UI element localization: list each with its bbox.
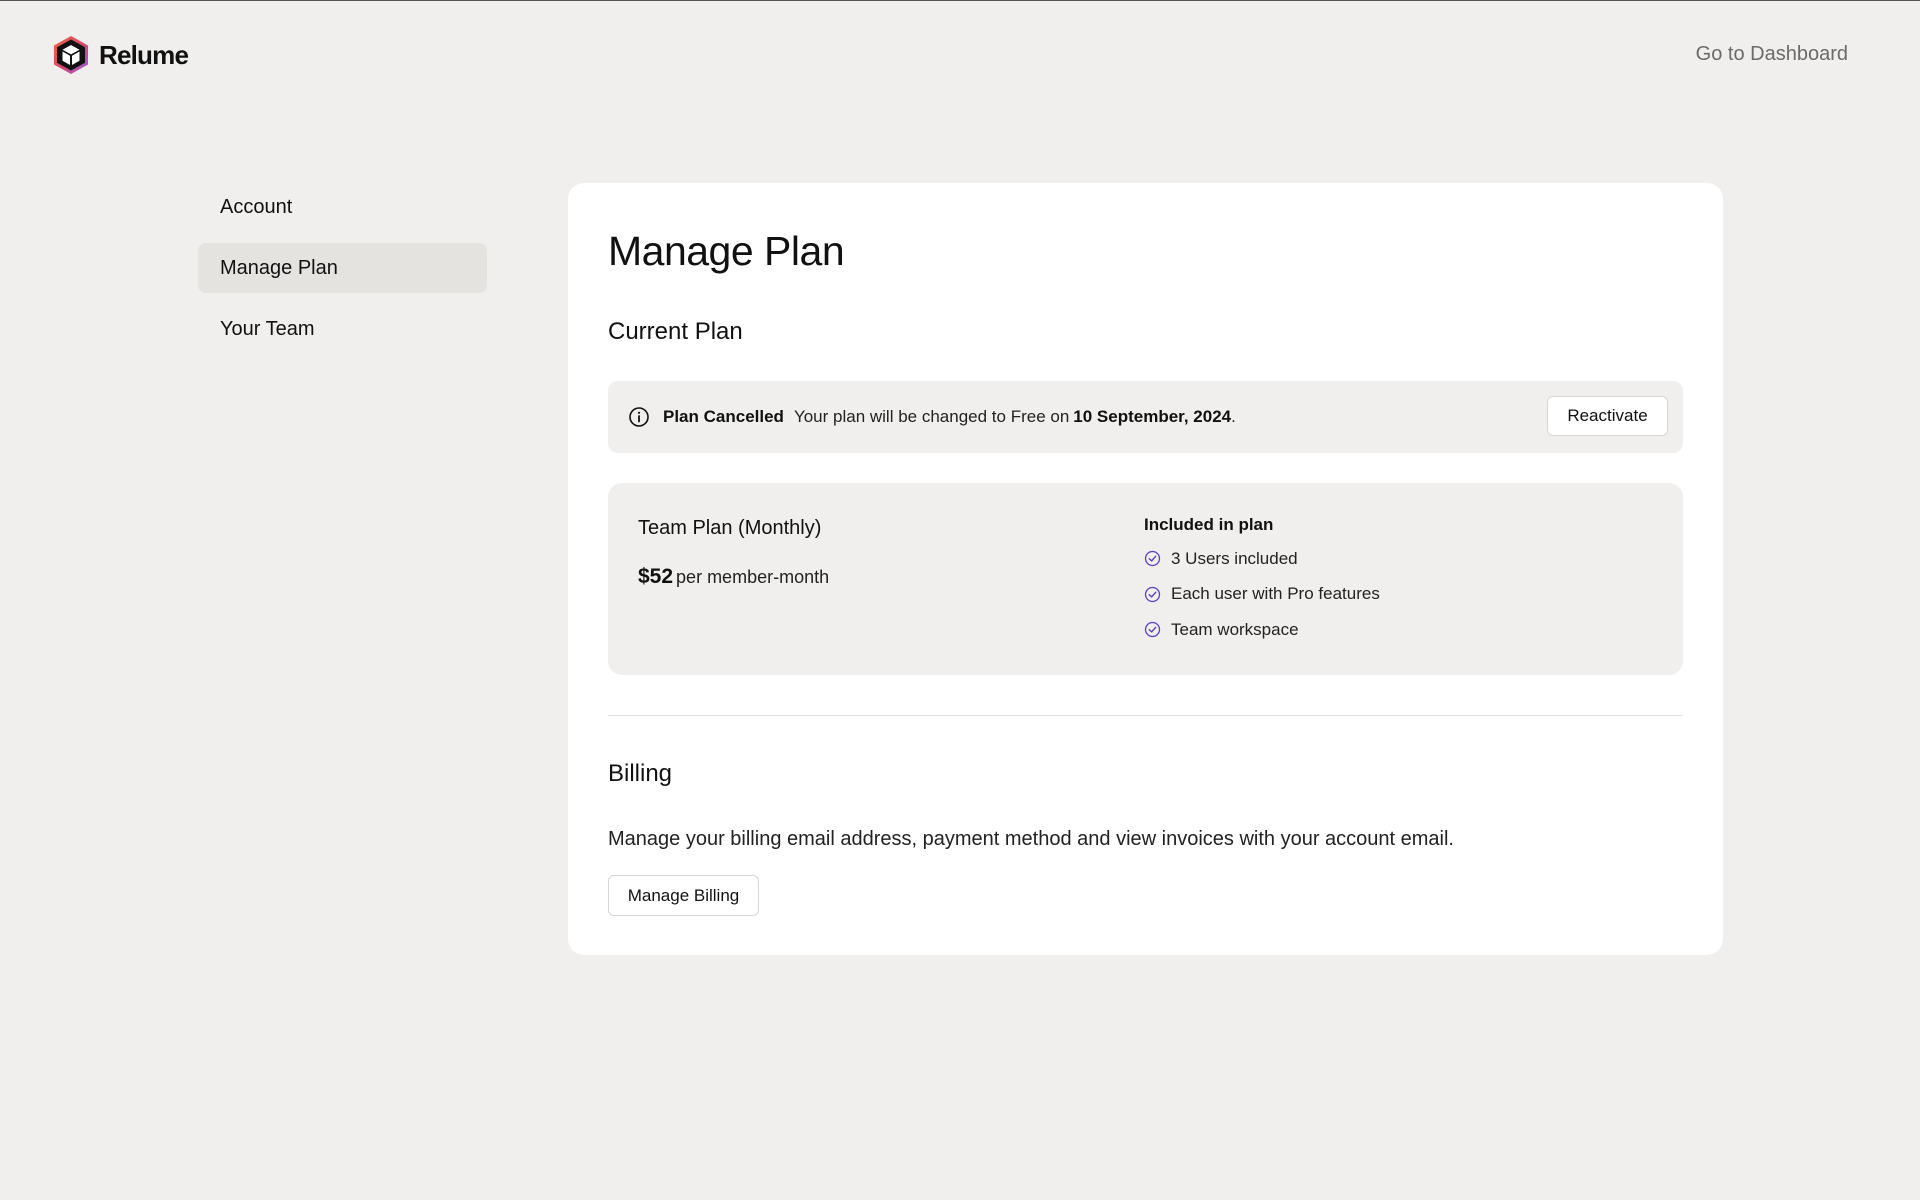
section-divider (608, 715, 1683, 716)
feature-label: Team workspace (1171, 619, 1299, 639)
included-features: Included in plan 3 Users included Each u… (1144, 515, 1380, 653)
current-plan-heading: Current Plan (608, 318, 743, 345)
brand-name: Relume (99, 39, 189, 70)
top-header: Relume Go to Dashboard (0, 0, 1920, 110)
plan-price-unit: per member-month (676, 567, 830, 587)
included-title: Included in plan (1144, 515, 1274, 534)
feature-item: 3 Users included (1144, 546, 1380, 571)
feature-item: Each user with Pro features (1144, 582, 1380, 607)
page-title: Manage Plan (608, 228, 845, 274)
feature-label: 3 Users included (1171, 548, 1298, 568)
relume-logo-link[interactable]: Relume (51, 34, 189, 76)
manage-plan-card: Manage Plan Current Plan Plan Cancelled … (568, 183, 1723, 955)
billing-description: Manage your billing email address, payme… (608, 828, 1454, 850)
feature-label: Each user with Pro features (1171, 584, 1380, 603)
check-circle-icon (1144, 586, 1161, 602)
plan-cancelled-notice: Plan Cancelled Your plan will be changed… (608, 381, 1683, 453)
notice-punctuation: . (1231, 407, 1236, 426)
notice-date: 10 September, 2024 (1073, 407, 1232, 426)
check-circle-icon (1144, 621, 1161, 638)
notice-message: Your plan will be changed to Free on (793, 407, 1070, 426)
plan-details-box: Team Plan (Monthly) $52 per member-month … (608, 483, 1683, 675)
check-circle-icon (1144, 550, 1161, 567)
relume-logo-icon (54, 36, 88, 74)
sidebar-item-your-team[interactable]: Your Team (198, 304, 487, 354)
plan-price-amount: $52 (638, 565, 674, 588)
manage-billing-button[interactable]: Manage Billing (608, 875, 759, 916)
sidebar-item-account[interactable]: Account (198, 182, 487, 232)
feature-item: Team workspace (1144, 617, 1380, 642)
reactivate-button[interactable]: Reactivate (1547, 396, 1668, 436)
go-to-dashboard-link[interactable]: Go to Dashboard (1696, 43, 1848, 66)
info-icon (629, 407, 649, 427)
settings-sidebar: Account Manage Plan Your Team (198, 182, 487, 365)
plan-price: $52 per member-month (638, 565, 829, 589)
notice-status: Plan Cancelled (663, 407, 784, 426)
sidebar-item-manage-plan[interactable]: Manage Plan (198, 243, 487, 293)
billing-heading: Billing (608, 760, 673, 787)
plan-name: Team Plan (Monthly) (638, 517, 822, 539)
